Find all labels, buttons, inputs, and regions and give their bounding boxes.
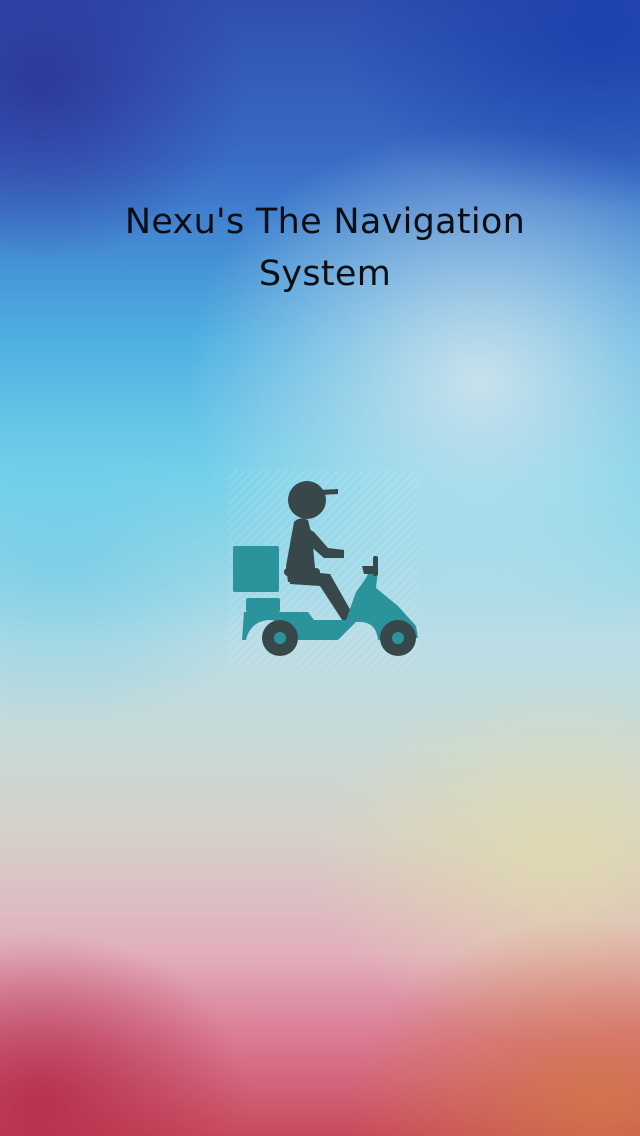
rider-cap <box>320 489 338 495</box>
app-title: Nexu's The Navigation System <box>124 202 526 294</box>
rear-wheel-hub <box>274 632 286 644</box>
rear-rack <box>246 598 280 612</box>
scooter-seat <box>284 568 320 576</box>
rider-head <box>288 481 326 519</box>
splash-screen: Nexu's The Navigation System <box>0 0 640 1136</box>
handlebar-grip <box>373 556 378 576</box>
delivery-box <box>233 546 279 592</box>
delivery-scooter-icon <box>228 470 420 670</box>
front-wheel-hub <box>392 632 404 644</box>
